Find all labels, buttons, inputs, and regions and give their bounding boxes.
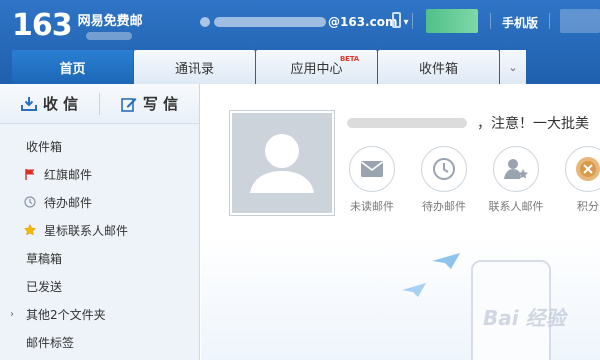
- folder-label: 星标联系人邮件: [44, 223, 129, 238]
- sidebar: 收 信 写 信 收件箱 红旗邮件 待办邮件 星标联系人邮件 草稿箱 已发送 › …: [0, 84, 200, 360]
- tab-inbox[interactable]: 收件箱: [378, 50, 499, 84]
- write-mail-button[interactable]: 写 信: [100, 84, 199, 124]
- account-email-domain: @163.com: [328, 15, 398, 29]
- receive-label: 收 信: [42, 95, 79, 113]
- star-icon: [24, 224, 36, 236]
- contact-star-icon: [504, 159, 528, 179]
- flag-icon: [25, 169, 35, 180]
- quick-icon-circle: [421, 146, 467, 192]
- account-status-dot: [200, 17, 210, 27]
- points-icon: [576, 157, 600, 181]
- header-divider: [412, 13, 413, 29]
- greeting-text: ，注意！一大批美: [477, 116, 589, 132]
- folder-label: 邮件标签: [26, 335, 75, 350]
- logo-subtitle-blurred: [86, 32, 132, 40]
- main-tabs: 首页 通讯录 应用中心 BETA 收件箱 ⌄: [12, 50, 526, 84]
- tab-home[interactable]: 首页: [12, 50, 133, 84]
- quick-label: 待办邮件: [422, 200, 466, 213]
- folder-mail-tags[interactable]: 邮件标签: [0, 328, 199, 356]
- folder-flagged[interactable]: 红旗邮件: [0, 160, 199, 188]
- account-menu[interactable]: @163.com ▾: [200, 12, 409, 32]
- quick-todo-mail[interactable]: 待办邮件: [411, 146, 477, 214]
- folder-other-group[interactable]: › 其他2个文件夹: [0, 300, 199, 328]
- watermark-text: Bai 经验: [483, 306, 566, 330]
- quick-icon-circle: [565, 146, 600, 192]
- tab-label: 应用中心: [290, 61, 343, 77]
- quick-label: 积分: [577, 200, 599, 213]
- clock-icon: [24, 196, 36, 208]
- inbox-download-icon: [20, 96, 37, 111]
- header-divider: [490, 13, 491, 29]
- account-name-blurred: [214, 17, 326, 27]
- top-header: 163 网易免费邮 @163.com ▾ 手机版 首页 通讯录 应用中心 BET…: [0, 0, 600, 84]
- quick-label: 未读邮件: [350, 200, 394, 213]
- chevron-right-icon[interactable]: ›: [10, 309, 14, 320]
- quick-points[interactable]: 积分: [555, 146, 600, 214]
- tab-contacts[interactable]: 通讯录: [134, 50, 255, 84]
- envelope-icon: [361, 161, 383, 177]
- header-right-blurred[interactable]: [560, 9, 600, 33]
- tab-label: 通讯录: [174, 61, 214, 77]
- beta-badge: BETA: [340, 55, 359, 63]
- folder-drafts[interactable]: 草稿箱: [0, 244, 199, 272]
- paper-plane-icon: [402, 283, 426, 297]
- mobile-version-link[interactable]: 手机版: [502, 14, 538, 31]
- folder-sent[interactable]: 已发送: [0, 272, 199, 300]
- folder-todo[interactable]: 待办邮件: [0, 188, 199, 216]
- user-badge-blurred[interactable]: [426, 9, 478, 33]
- folder-label: 其他2个文件夹: [26, 307, 106, 322]
- logo-number: 163: [12, 8, 73, 43]
- folder-label: 已发送: [26, 279, 63, 294]
- greeting-name-blurred: [347, 118, 467, 128]
- default-avatar-placeholder: [232, 113, 332, 213]
- tabs-more-button[interactable]: ⌄: [500, 50, 526, 84]
- chevron-down-icon: ▾: [403, 16, 409, 28]
- write-label: 写 信: [142, 95, 179, 113]
- pencil-icon: [121, 97, 137, 112]
- quick-label: 联系人邮件: [488, 200, 544, 213]
- folder-label: 收件箱: [26, 139, 63, 154]
- clock-icon: [433, 158, 455, 180]
- home-main-panel: ，注意！一大批美 未读邮件 待办邮件 联系人邮件 积分 Bai 经验: [201, 84, 600, 360]
- folder-inbox[interactable]: 收件箱: [0, 132, 199, 160]
- avatar[interactable]: [229, 110, 335, 216]
- quick-icon-circle: [493, 146, 539, 192]
- paper-plane-icon: [432, 253, 460, 269]
- quick-icon-circle: [349, 146, 395, 192]
- quick-unread-mail[interactable]: 未读邮件: [339, 146, 405, 214]
- compose-bar: 收 信 写 信: [0, 84, 199, 124]
- tab-app-center[interactable]: 应用中心 BETA: [256, 50, 377, 84]
- folder-label: 草稿箱: [26, 251, 63, 266]
- chevron-down-icon: ⌄: [508, 60, 518, 74]
- folder-starred-contacts[interactable]: 星标联系人邮件: [0, 216, 199, 244]
- tab-label: 首页: [59, 61, 86, 77]
- folder-label: 待办邮件: [44, 195, 93, 210]
- folder-list: 收件箱 红旗邮件 待办邮件 星标联系人邮件 草稿箱 已发送 › 其他2个文件夹 …: [0, 124, 199, 356]
- person-silhouette-icon: [250, 134, 314, 193]
- folder-label: 红旗邮件: [44, 167, 93, 182]
- quick-contact-mail[interactable]: 联系人邮件: [483, 146, 549, 214]
- logo-text: 网易免费邮: [77, 14, 143, 29]
- phone-icon[interactable]: [392, 12, 401, 28]
- receive-mail-button[interactable]: 收 信: [0, 84, 99, 124]
- header-divider: [549, 13, 550, 29]
- tab-label: 收件箱: [418, 61, 458, 77]
